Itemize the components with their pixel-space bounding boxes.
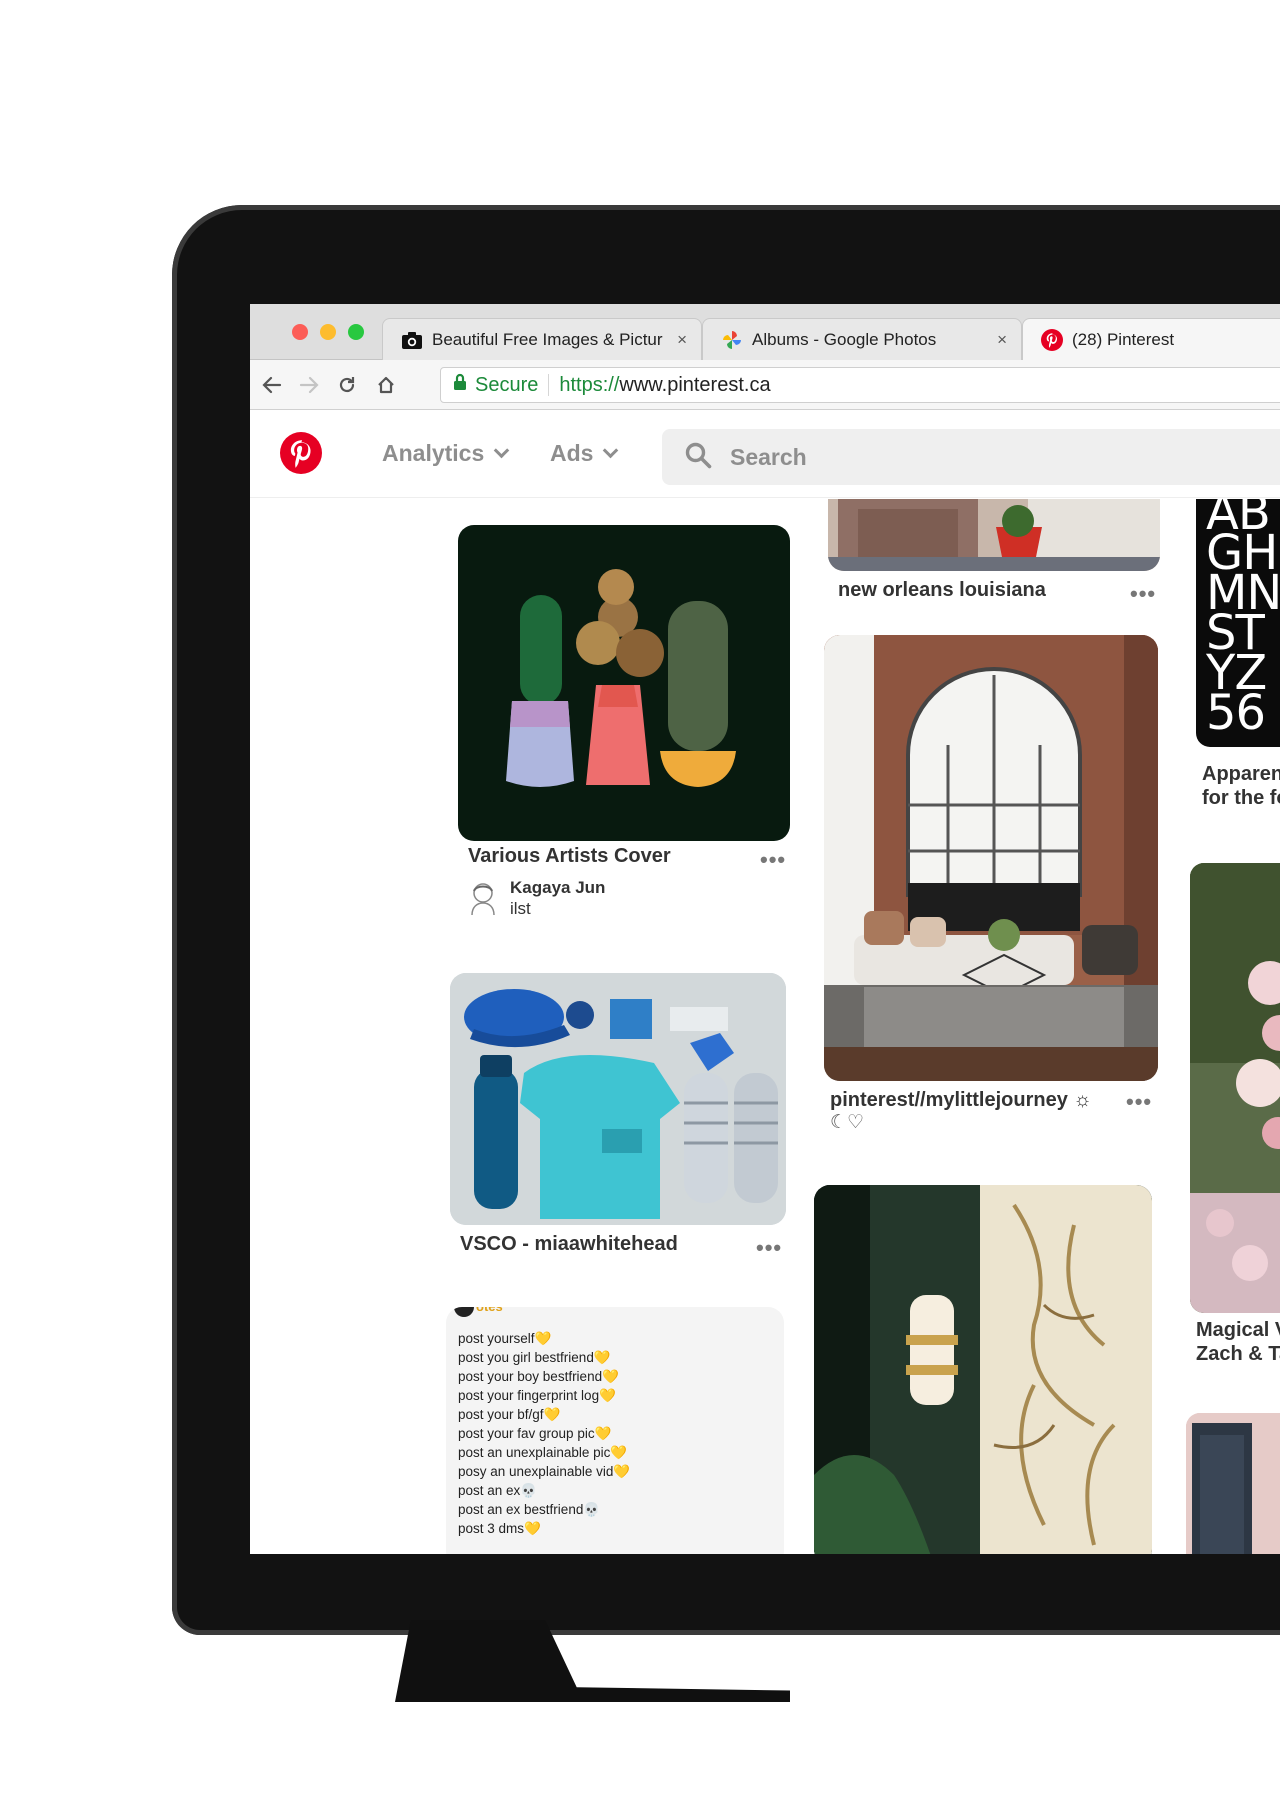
more-options-icon[interactable]: ••• — [1126, 1089, 1152, 1115]
pinterest-header: Analytics Ads Search — [250, 410, 1280, 498]
list-line: posy an unexplainable vid💛 — [458, 1464, 631, 1479]
arrow-right-icon — [299, 376, 319, 394]
pin-author[interactable]: Kagaya Jun — [510, 878, 605, 898]
ads-menu[interactable]: Ads — [550, 440, 619, 467]
chevron-down-icon — [603, 442, 619, 459]
marble-wall-photo — [814, 1185, 1152, 1554]
type-specimen: AB GH MN ST YZ 56 — [1206, 499, 1280, 741]
browser-window: Beautiful Free Images & Pictur × Albums … — [250, 304, 1280, 1554]
chevron-down-icon — [493, 442, 510, 459]
list-line: post your fingerprint log💛 — [458, 1388, 616, 1403]
tab-strip: Beautiful Free Images & Pictur × Albums … — [250, 304, 1280, 360]
tab-label: (28) Pinterest — [1072, 329, 1175, 349]
omnibox-divider — [548, 374, 550, 396]
pin-image-nola[interactable] — [828, 499, 1160, 571]
analytics-menu[interactable]: Analytics — [382, 440, 510, 467]
more-options-icon[interactable]: ••• — [756, 1235, 782, 1261]
pin-title[interactable]: pinterest//mylittlejourney ☼ — [830, 1089, 1092, 1112]
pin-title-line2: for the fo — [1202, 787, 1280, 809]
more-options-icon[interactable]: ••• — [1130, 581, 1156, 607]
arrow-left-icon — [262, 376, 282, 394]
maximize-window-button[interactable] — [348, 324, 364, 340]
list-avatar-icon — [454, 1307, 474, 1317]
search-icon — [684, 441, 712, 474]
door-photo — [1186, 1413, 1280, 1554]
list-line: post 3 dms💛 — [458, 1521, 541, 1536]
navigation-bar: Secure https:// www.pinterest.ca — [250, 360, 1280, 410]
pin-title[interactable]: Apparen — [1202, 763, 1280, 786]
challenge-list: post yourself💛 post you girl bestfriend💛… — [458, 1329, 630, 1538]
list-line: post your bf/gf💛 — [458, 1407, 561, 1422]
list-line: post an ex💀 — [458, 1483, 538, 1498]
pin-board[interactable]: ilst — [510, 899, 531, 919]
pin-image-cover[interactable] — [458, 525, 790, 841]
pinterest-logo-icon[interactable] — [280, 432, 322, 474]
clothing-flatlay-photo — [450, 973, 786, 1225]
pin-title[interactable]: new orleans louisiana — [838, 579, 1046, 602]
url-host: www.pinterest.ca — [619, 373, 771, 396]
pin-title[interactable]: Various Artists Cover — [468, 845, 671, 868]
pin-title[interactable]: VSCO - miaawhitehead — [460, 1233, 678, 1256]
search-placeholder: Search — [730, 443, 807, 470]
avatar[interactable] — [468, 881, 498, 916]
pin-image-vsco[interactable] — [450, 973, 786, 1225]
storefront-photo — [828, 499, 1160, 571]
tab-label: Albums - Google Photos — [752, 329, 937, 349]
list-header: otes — [476, 1307, 503, 1314]
list-line: post your boy bestfriend💛 — [458, 1369, 619, 1384]
pin-image-list[interactable]: otes post yourself💛 post you girl bestfr… — [446, 1307, 784, 1554]
photo-stage: Beautiful Free Images & Pictur × Albums … — [0, 0, 1280, 1800]
floral-wedding-photo — [1190, 863, 1280, 1313]
tab-google-photos[interactable]: Albums - Google Photos × — [702, 318, 1022, 360]
close-tab-icon[interactable]: × — [997, 330, 1007, 350]
tab-label: Beautiful Free Images & Pictur — [432, 329, 663, 349]
minimize-window-button[interactable] — [320, 324, 336, 340]
pin-title-line2: ☾♡ — [830, 1112, 865, 1133]
pin-image-door[interactable] — [1186, 1413, 1280, 1554]
secure-label: Secure — [475, 373, 539, 396]
ads-label: Ads — [550, 440, 594, 466]
pin-grid: Various Artists Cover ••• Kagaya Jun ils… — [250, 499, 1280, 1554]
search-input[interactable]: Search — [662, 429, 1280, 485]
list-line: post an unexplainable pic💛 — [458, 1445, 628, 1460]
reload-icon — [339, 377, 355, 393]
analytics-label: Analytics — [382, 440, 485, 466]
tab-pinterest[interactable]: (28) Pinterest — [1022, 318, 1280, 360]
list-line: post yourself💛 — [458, 1331, 552, 1346]
close-window-button[interactable] — [292, 324, 308, 340]
more-options-icon[interactable]: ••• — [760, 847, 786, 873]
pin-title[interactable]: Magical V — [1196, 1319, 1280, 1342]
home-button[interactable] — [372, 371, 400, 399]
list-line: post an ex bestfriend💀 — [458, 1502, 601, 1517]
camera-icon — [401, 329, 423, 351]
pin-title-line2: Zach & Ta — [1196, 1343, 1280, 1365]
pin-image-room[interactable] — [824, 635, 1158, 1081]
back-button[interactable] — [258, 371, 286, 399]
cactus-illustration — [506, 569, 736, 787]
reload-button[interactable] — [333, 371, 361, 399]
pin-image-typography[interactable]: AB GH MN ST YZ 56 — [1196, 499, 1280, 747]
tab-unsplash[interactable]: Beautiful Free Images & Pictur × — [382, 318, 702, 360]
list-line: post your fav group pic💛 — [458, 1426, 612, 1441]
address-bar[interactable]: Secure https:// www.pinterest.ca — [440, 367, 1280, 403]
forward-button[interactable] — [295, 371, 323, 399]
type-row: 56 — [1206, 685, 1266, 741]
close-tab-icon[interactable]: × — [677, 330, 687, 350]
pinterest-icon — [1041, 328, 1063, 351]
url-scheme: https:// — [559, 373, 620, 396]
pin-image-marble[interactable] — [814, 1185, 1152, 1554]
living-room-photo — [824, 635, 1158, 1081]
list-line: post you girl bestfriend💛 — [458, 1350, 611, 1365]
lock-icon — [453, 373, 467, 397]
pin-image-magical[interactable] — [1190, 863, 1280, 1313]
pinwheel-icon — [721, 329, 743, 351]
home-icon — [378, 376, 394, 394]
